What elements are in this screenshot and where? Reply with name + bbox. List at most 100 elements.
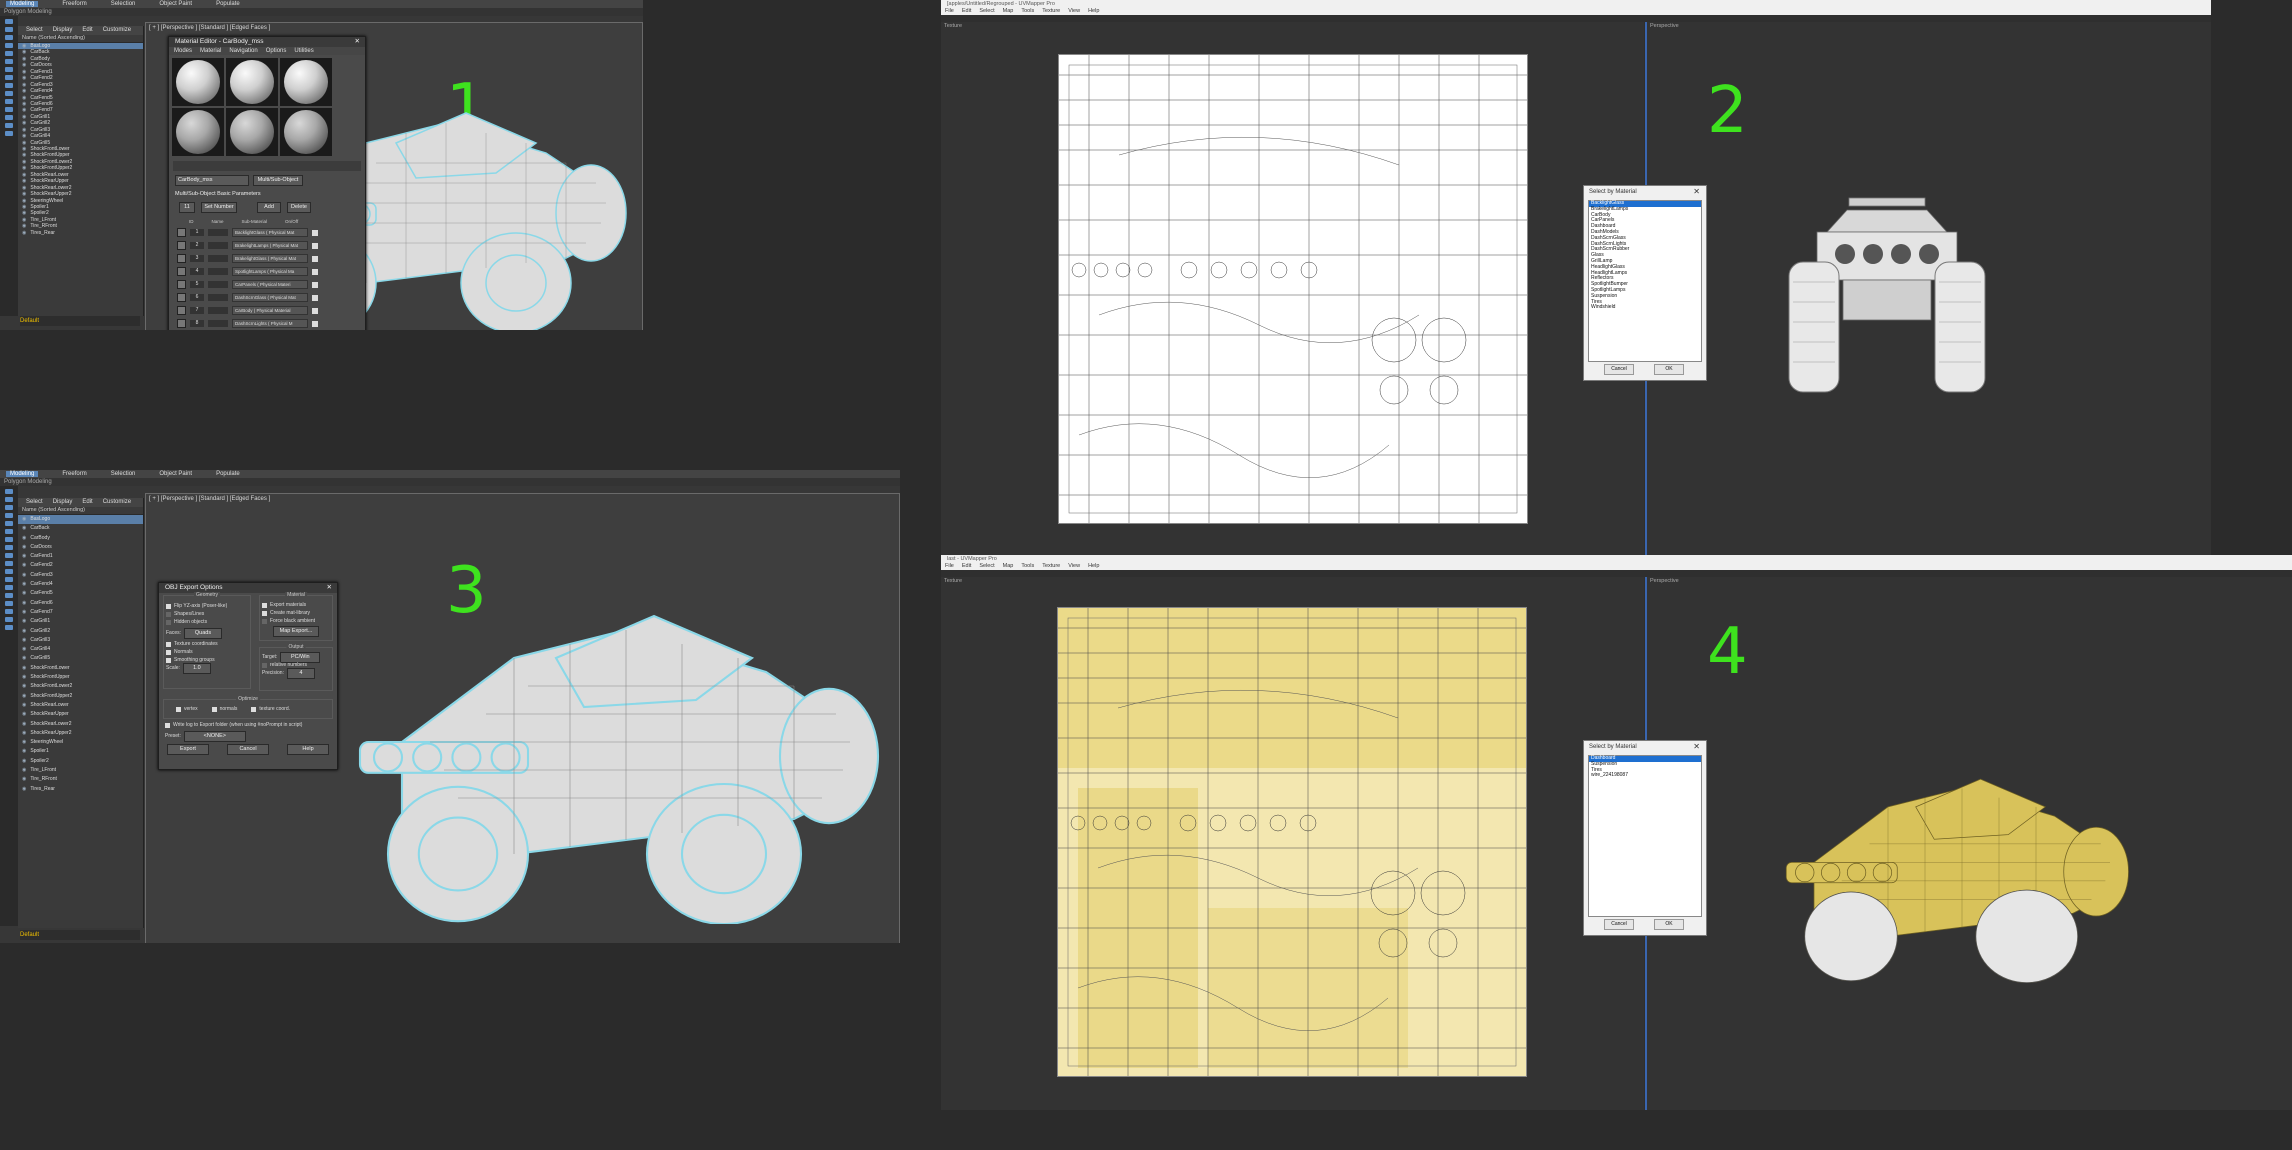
submat-id[interactable]: 7: [190, 307, 204, 314]
map-export-button[interactable]: Map Export...: [273, 626, 319, 637]
tool-icon[interactable]: [5, 115, 13, 120]
list-item[interactable]: ◉ CarGrill1: [18, 617, 143, 626]
menu-display[interactable]: Display: [53, 498, 73, 507]
write-log-checkbox[interactable]: Write log to Export folder (when using #…: [159, 721, 337, 729]
menu-navigation[interactable]: Navigation: [229, 47, 257, 55]
tool-icon[interactable]: [5, 91, 13, 96]
swatch-icon[interactable]: [177, 228, 186, 237]
menu-file[interactable]: File: [945, 563, 954, 570]
tool-icon[interactable]: [5, 19, 13, 24]
preset-select[interactable]: <NONE>: [183, 730, 246, 742]
visibility-icon[interactable]: ◉: [22, 757, 26, 766]
tool-icon[interactable]: [5, 83, 13, 88]
close-icon[interactable]: ✕: [1693, 741, 1700, 753]
cancel-button[interactable]: Cancel: [227, 744, 269, 755]
cancel-button[interactable]: Cancel: [1604, 919, 1634, 930]
tab-modeling[interactable]: Modeling: [6, 1, 39, 7]
target-select[interactable]: PC/Win: [280, 651, 321, 663]
visibility-icon[interactable]: ◉: [22, 766, 26, 775]
list-item[interactable]: ◉ ShockRearLower2: [18, 720, 143, 729]
menu-view[interactable]: View: [1068, 563, 1080, 570]
tool-icon[interactable]: [5, 67, 13, 72]
list-item[interactable]: ◉ CarFend5: [18, 589, 143, 598]
list-item[interactable]: ◉ CarFend1: [18, 552, 143, 561]
list-item[interactable]: ◉ Tire_LFront: [18, 766, 143, 775]
visibility-icon[interactable]: ◉: [22, 664, 26, 673]
onoff-checkbox[interactable]: [312, 268, 318, 275]
submat-name-field[interactable]: [208, 268, 228, 275]
submat-id[interactable]: 4: [190, 268, 204, 275]
visibility-icon[interactable]: ◉: [22, 552, 26, 561]
explorer-header[interactable]: Name (Sorted Ascending): [18, 35, 143, 43]
visibility-icon[interactable]: ◉: [22, 775, 26, 784]
menu-texture[interactable]: Texture: [1042, 563, 1060, 570]
sample-slot[interactable]: [172, 108, 224, 156]
visibility-icon[interactable]: ◉: [22, 524, 26, 533]
visibility-icon[interactable]: ◉: [22, 729, 26, 738]
tool-icon[interactable]: [5, 569, 13, 574]
menu-options[interactable]: Options: [266, 47, 287, 55]
menu-edit[interactable]: Edit: [82, 26, 92, 35]
tool-icon[interactable]: [5, 593, 13, 598]
submat-button[interactable]: CarBody ( Physical Material: [232, 306, 308, 315]
visibility-icon[interactable]: ◉: [22, 571, 26, 580]
precision-field[interactable]: 4: [286, 667, 315, 679]
uv-layout[interactable]: [1057, 607, 1527, 1077]
sample-slot[interactable]: [280, 58, 332, 106]
submat-name-field[interactable]: [208, 320, 228, 327]
swatch-icon[interactable]: [177, 280, 186, 289]
opt-vertex-checkbox[interactable]: vertex: [176, 705, 198, 713]
submat-name-field[interactable]: [208, 229, 228, 236]
menu-edit[interactable]: Edit: [82, 498, 92, 507]
shapes-lines-checkbox[interactable]: Shapes/Lines: [166, 610, 248, 618]
tool-icon[interactable]: [5, 497, 13, 502]
menu-display[interactable]: Display: [53, 26, 73, 35]
submat-name-field[interactable]: [208, 255, 228, 262]
tool-icon[interactable]: [5, 35, 13, 40]
tool-icon[interactable]: [5, 123, 13, 128]
menu-edit[interactable]: Edit: [962, 563, 971, 570]
tool-icon[interactable]: [5, 489, 13, 494]
car-model[interactable]: [346, 574, 900, 924]
tool-icon[interactable]: [5, 625, 13, 630]
tool-icon[interactable]: [5, 601, 13, 606]
export-materials-checkbox[interactable]: Export materials: [262, 601, 330, 609]
list-item[interactable]: ◉ Tires_Rear: [18, 785, 143, 794]
list-item[interactable]: ◉ CarFend6: [18, 599, 143, 608]
submat-id[interactable]: 6: [190, 294, 204, 301]
submat-button[interactable]: BacklightGlass ( Physical Mat: [232, 228, 308, 237]
menu-map[interactable]: Map: [1003, 8, 1014, 15]
visibility-icon[interactable]: ◉: [22, 636, 26, 645]
explorer-header[interactable]: Name (Sorted Ascending): [18, 507, 143, 515]
menu-tools[interactable]: Tools: [1021, 8, 1034, 15]
tool-icon[interactable]: [5, 529, 13, 534]
tab-object-paint[interactable]: Object Paint: [159, 471, 192, 477]
list-item[interactable]: ◉ SteeringWheel: [18, 738, 143, 747]
swatch-icon[interactable]: [177, 267, 186, 276]
list-item[interactable]: ◉ Tire_RFront: [18, 775, 143, 784]
submat-name-field[interactable]: [208, 294, 228, 301]
menu-modes[interactable]: Modes: [174, 47, 192, 55]
car-model-yellow[interactable]: [1777, 747, 2147, 987]
texture-pane[interactable]: Texture: [941, 577, 1644, 1110]
tool-icon[interactable]: [5, 513, 13, 518]
set-number-button[interactable]: Set Number: [201, 202, 237, 213]
tool-icon[interactable]: [5, 545, 13, 550]
visibility-icon[interactable]: ◉: [22, 580, 26, 589]
material-toolbar[interactable]: [173, 161, 361, 171]
tool-icon[interactable]: [5, 51, 13, 56]
tool-icon[interactable]: [5, 131, 13, 136]
material-type-button[interactable]: Multi/Sub-Object: [253, 175, 303, 186]
tool-icon[interactable]: [5, 505, 13, 510]
submat-id[interactable]: 1: [190, 229, 204, 236]
layer-name[interactable]: Default: [20, 932, 39, 938]
viewport-label[interactable]: [ + ] [Perspective ] [Standard ] [Edged …: [149, 496, 270, 502]
sub-ribbon[interactable]: Polygon Modeling: [0, 478, 900, 486]
menu-select[interactable]: Select: [979, 8, 994, 15]
tab-populate[interactable]: Populate: [216, 471, 240, 477]
tool-icon[interactable]: [5, 107, 13, 112]
list-item[interactable]: Windshield: [1589, 305, 1701, 311]
tool-icon[interactable]: [5, 521, 13, 526]
material-list[interactable]: BacklightGlass BrakelightLamps CarBody CarP…: [1588, 200, 1702, 362]
menu-tools[interactable]: Tools: [1021, 563, 1034, 570]
